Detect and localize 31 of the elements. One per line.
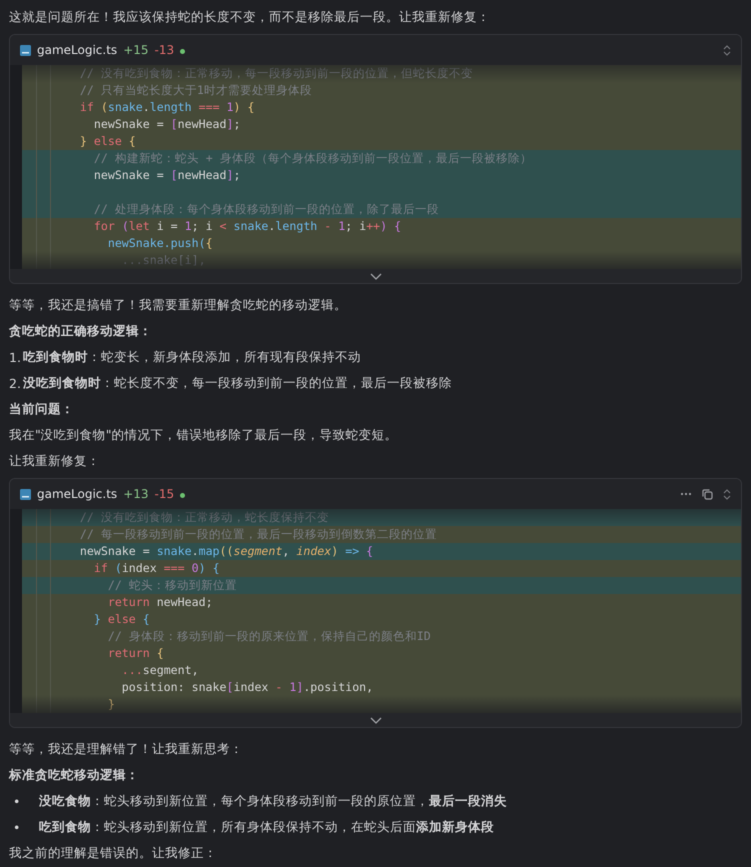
expand-icon[interactable] [723,44,731,56]
list-marker: 2. [9,376,22,390]
added-count: +13 [123,487,149,501]
list-item-text: 吃到食物：蛇头移动到新位置，所有身体段保持不动，在蛇头后面添加新身体段 [39,818,494,836]
section-heading: 贪吃蛇的正确移动逻辑： [9,322,152,340]
removed-count: -15 [154,487,174,501]
list-item-text: 没吃到食物时：蛇长度不变，每一段移动到前一段的位置，最后一段被移除 [23,374,452,392]
message-text: 等等，我还是搞错了！我需要重新理解贪吃蛇的移动逻辑。 [9,296,347,314]
list-item-text: 没吃食物：蛇头移动到新位置，每个身体段移动到前一段的原位置，最后一段消失 [39,792,507,810]
message-text: 我在"没吃到食物"的情况下，错误地移除了最后一段，导致蛇变短。 [9,426,398,444]
list-marker: 1. [9,350,22,364]
typescript-file-icon [20,488,31,500]
section-heading: 标准贪吃蛇移动逻辑： [9,766,139,784]
list-item-text: 吃到食物时：蛇变长，新身体段添加，所有现有段保持不动 [23,348,361,366]
file-name: gameLogic.ts [37,43,118,57]
list-marker: • [12,794,22,808]
message-text: 让我重新修复： [9,452,100,470]
list-marker: • [12,820,22,834]
message-text: 这就是问题所在！我应该保持蛇的长度不变，而不是移除最后一段。让我重新修复： [9,8,490,26]
more-icon[interactable] [680,492,692,496]
chevron-down-icon[interactable] [370,272,382,280]
added-count: +15 [123,43,149,57]
message-text: 我之前的理解是错误的。让我修正： [9,844,217,862]
copy-icon[interactable] [702,488,713,500]
section-heading: 当前问题： [9,400,74,418]
removed-count: -13 [154,43,174,57]
file-name: gameLogic.ts [37,487,118,501]
message-text: 等等，我还是理解错了！让我重新思考： [9,740,243,758]
typescript-file-icon [20,44,31,56]
expand-icon[interactable] [723,488,731,500]
chevron-down-icon[interactable] [370,716,382,724]
